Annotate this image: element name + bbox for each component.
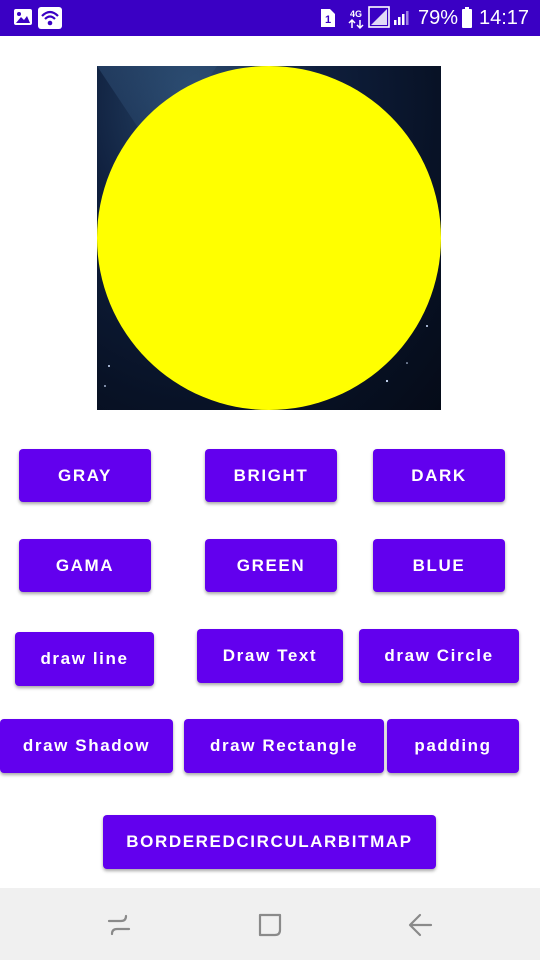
green-button[interactable]: GREEN (205, 539, 337, 592)
image-view (97, 66, 441, 410)
battery-percent: 79% (418, 7, 459, 29)
bordered-circular-bitmap-button[interactable]: BORDEREDCIRCULARBITMAP (103, 815, 436, 869)
navigation-bar (0, 888, 540, 960)
gama-button[interactable]: GAMA (19, 539, 151, 592)
draw-text-button[interactable]: Draw Text (197, 629, 343, 683)
dark-button[interactable]: DARK (373, 449, 505, 502)
gallery-icon (13, 8, 33, 31)
star (104, 385, 106, 387)
draw-circle-button[interactable]: draw Circle (359, 629, 519, 683)
gray-button[interactable]: GRAY (19, 449, 151, 502)
draw-shadow-button[interactable]: draw Shadow (0, 719, 173, 773)
signal-icon (368, 6, 390, 33)
star (385, 379, 389, 383)
star (406, 362, 408, 364)
draw-rectangle-button[interactable]: draw Rectangle (184, 719, 384, 773)
star (108, 365, 110, 367)
bright-button[interactable]: BRIGHT (205, 449, 337, 502)
svg-text:1: 1 (325, 14, 331, 26)
battery-icon (461, 7, 473, 34)
yellow-circle (97, 66, 441, 410)
signal-bars-icon (393, 10, 411, 31)
svg-text:4G: 4G (350, 9, 362, 19)
home-icon[interactable] (250, 910, 290, 940)
recents-icon[interactable] (99, 910, 139, 940)
status-bar: 1 4G 79% 14:17 (0, 0, 540, 36)
padding-button[interactable]: padding (387, 719, 519, 773)
draw-line-button[interactable]: draw line (15, 632, 154, 686)
blue-button[interactable]: BLUE (373, 539, 505, 592)
wifi-icon (38, 7, 62, 34)
image-canvas (97, 66, 441, 410)
sim-icon: 1 (318, 8, 336, 33)
network-4g-icon: 4G (346, 8, 366, 35)
clock: 14:17 (479, 7, 530, 29)
back-icon[interactable] (401, 910, 441, 940)
star (426, 325, 428, 327)
